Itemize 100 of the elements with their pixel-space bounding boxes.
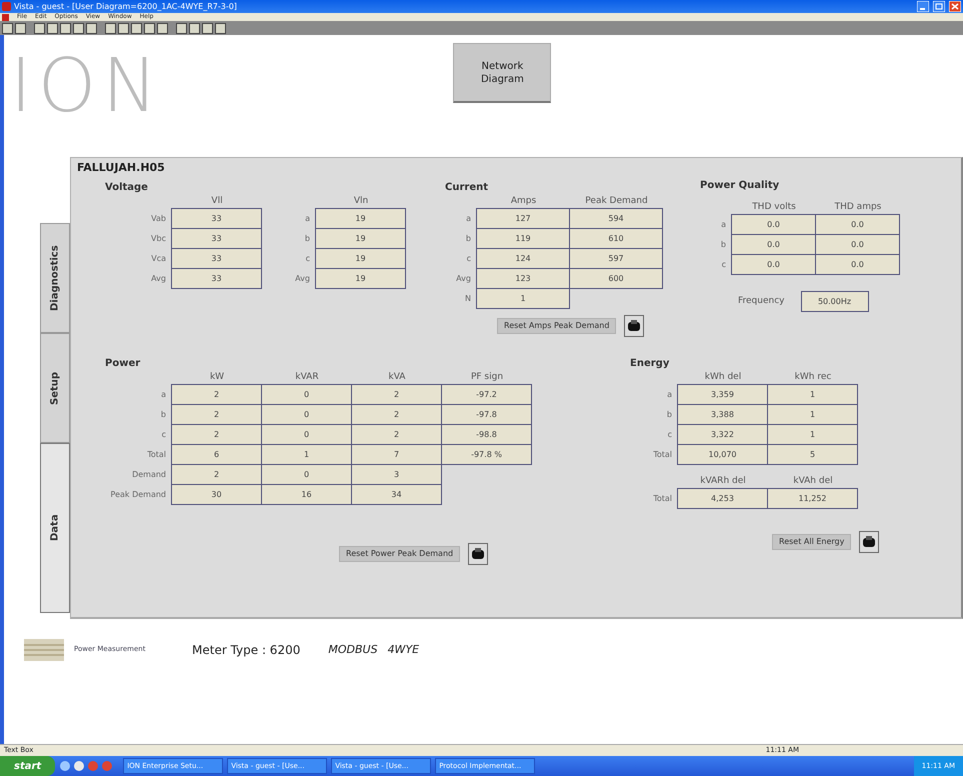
row-label: c [666,428,673,440]
toolbar-button[interactable] [118,22,129,34]
value-cell: 0.0 [815,254,900,274]
frequency-value: 50.00Hz [800,290,868,312]
row-label: c [304,252,311,264]
start-button[interactable]: start [0,756,56,776]
value-cell: 1 [476,288,570,308]
row-label: a [304,212,311,224]
device-icon [471,546,486,560]
reset-button[interactable]: Reset Power Peak Demand [339,546,460,562]
network-diagram-button[interactable]: Network Diagram [453,43,552,103]
value-cell: 597 [569,248,663,268]
value-cell: 127 [476,208,570,228]
value-cell: 33 [171,208,262,228]
value-cell: 2 [171,424,262,444]
row-label: N [464,292,472,304]
section-title: Power Quality [700,180,780,190]
value-cell: 19 [315,208,406,228]
value-cell: 19 [315,268,406,288]
toolbar-button[interactable] [105,22,116,34]
value-cell: 0 [261,464,352,484]
value-cell: 5 [767,444,858,464]
value-cell: 1 [767,424,858,444]
value-cell: 0 [261,424,352,444]
value-cell: 0.0 [731,214,816,234]
value-cell: 0.0 [815,214,900,234]
toolbar-button[interactable] [86,22,97,34]
toolbar-button[interactable] [34,22,45,34]
device-icon [862,534,876,548]
toolbar-button[interactable] [47,22,58,34]
value-cell: 2 [351,404,442,424]
row-label: a [720,218,727,230]
row-label: a [465,212,472,224]
value-cell: 610 [569,228,663,248]
row-label: Avg [455,272,472,284]
wiring-label: 4WYE [388,642,420,658]
column-header: Vll [210,194,224,208]
toolbar-button[interactable] [131,22,142,34]
reset-button[interactable]: Reset All Energy [772,534,852,550]
value-cell: -97.2 [441,384,532,404]
value-cell: 19 [315,248,406,268]
value-cell: 19 [315,228,406,248]
value-cell: 0.0 [731,234,816,254]
window-title: Vista - guest - [User Diagram=6200_1AC-4WYE_R7-3-0] [14,0,237,12]
value-cell: 2 [171,404,262,424]
row-label: Avg [150,272,167,284]
close-button[interactable] [949,1,961,12]
row-label: c [160,428,167,440]
row-label: c [720,258,727,270]
device-icon [627,318,642,332]
column-header: kWh del [704,370,742,384]
minimize-button[interactable] [917,1,929,12]
toolbar-button[interactable] [215,22,226,34]
frequency-label: Frequency [738,295,784,308]
reset-button[interactable] [624,314,644,336]
row-label: b [464,232,472,244]
row-label: Total [652,492,673,504]
maximize-button[interactable] [933,1,945,12]
value-cell: 10,070 [677,444,768,464]
side-tab[interactable]: Diagnostics [40,223,70,333]
value-cell: 3,359 [677,384,768,404]
value-cell: 3,322 [677,424,768,444]
value-cell: 11,252 [767,488,858,508]
reset-button[interactable] [468,542,488,564]
toolbar-button[interactable] [2,22,13,34]
reset-button[interactable]: Reset Amps Peak Demand [497,318,616,334]
toolbar-button[interactable] [73,22,84,34]
value-cell: 123 [476,268,570,288]
row-label: Avg [294,272,311,284]
column-header: THD volts [751,200,797,214]
value-cell: 33 [171,248,262,268]
section-title: Energy [630,358,670,368]
toolbar-button[interactable] [157,22,168,34]
row-label: Total [146,448,167,460]
column-header: Vln [352,194,370,208]
toolbar-button[interactable] [176,22,187,34]
row-label: c [466,252,472,264]
column-header: PF sign [470,370,504,384]
value-cell: 119 [476,228,570,248]
toolbar-button[interactable] [15,22,26,34]
row-label: b [160,408,167,420]
reset-button[interactable] [859,530,880,552]
value-cell: 2 [351,384,442,404]
row-label: b [304,232,311,244]
value-cell: 0 [261,404,352,424]
meter-type: Meter Type : 6200 [192,642,300,659]
toolbar-button[interactable] [60,22,71,34]
column-header: kVA [388,370,406,384]
column-header: kVAh del [792,474,834,488]
toolbar-button[interactable] [144,22,155,34]
column-header: kW [208,370,226,384]
side-tab[interactable]: Setup [40,333,70,443]
toolbar-button[interactable] [189,22,200,34]
column-header: THD amps [834,200,882,214]
toolbar-button[interactable] [202,22,213,34]
side-tab[interactable]: Data [40,443,70,613]
value-cell: 33 [171,228,262,248]
value-cell: 2 [171,384,262,404]
value-cell: 124 [476,248,570,268]
value-cell: 7 [351,444,442,464]
